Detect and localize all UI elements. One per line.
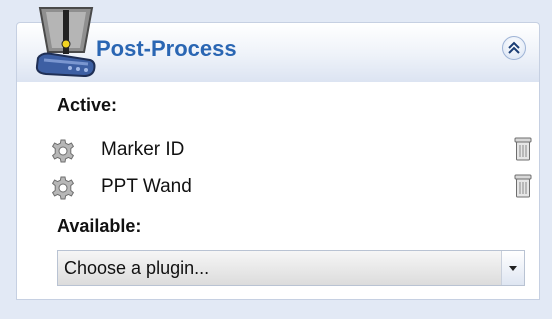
active-label: Active:	[57, 95, 118, 115]
trash-icon[interactable]	[514, 136, 532, 162]
plugin-select-value: Choose a plugin...	[64, 258, 210, 278]
plugin-name: PPT Wand	[101, 176, 192, 197]
panel-header[interactable]: Post-Process	[16, 0, 540, 88]
gear-icon	[51, 139, 75, 163]
gear-icon	[51, 176, 75, 200]
plugin-select[interactable]: Choose a plugin...	[57, 250, 525, 286]
active-plugin-item[interactable]: Marker ID	[51, 135, 541, 165]
chevron-down-icon	[509, 266, 517, 271]
post-process-logo-icon	[35, 7, 96, 78]
dropdown-arrow-button[interactable]	[501, 251, 524, 285]
trash-icon[interactable]	[514, 173, 532, 199]
post-process-panel: Post-Process Active: Marker ID PPT Wand …	[16, 0, 540, 300]
chevron-double-up-icon	[508, 41, 520, 54]
active-plugin-item[interactable]: PPT Wand	[51, 172, 541, 202]
collapse-button[interactable]	[502, 36, 526, 60]
plugin-name: Marker ID	[101, 139, 185, 160]
panel-body: Active: Marker ID PPT Wand Available: Ch…	[16, 82, 540, 300]
panel-title: Post-Process	[96, 36, 237, 61]
available-label: Available:	[57, 216, 142, 236]
